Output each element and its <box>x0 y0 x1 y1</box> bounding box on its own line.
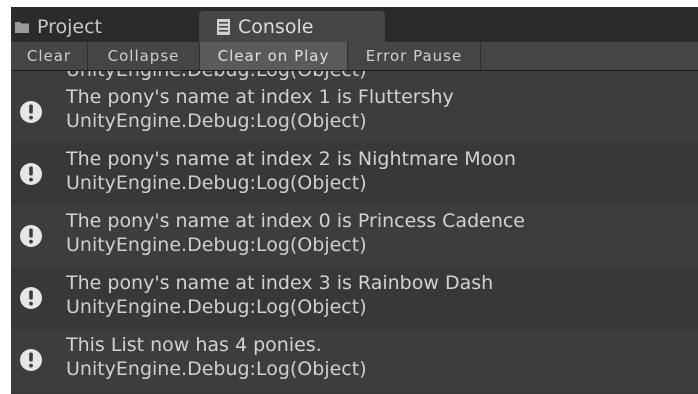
console-window: Project Console Clear Collapse Clear on … <box>11 7 698 394</box>
log-entry[interactable]: This List now has 4 ponies. UnityEngine.… <box>11 329 698 391</box>
log-entry-message: The pony's name at index 1 is Fluttershy <box>66 86 454 108</box>
info-icon <box>20 163 42 185</box>
folder-icon <box>15 21 29 33</box>
info-icon <box>20 349 42 371</box>
info-icon <box>20 225 42 247</box>
collapse-toggle[interactable]: Collapse <box>88 42 200 70</box>
clear-button[interactable]: Clear <box>11 42 88 70</box>
tab-console[interactable]: Console <box>199 11 385 42</box>
log-entry[interactable]: The pony's name at index 1 is Fluttershy… <box>11 81 698 143</box>
log-entry-message: This List now has 4 ponies. <box>66 334 322 356</box>
console-icon <box>217 18 230 35</box>
log-entry-message: The pony's name at index 3 is Rainbow Da… <box>66 272 494 294</box>
log-entry[interactable]: The pony's name at index 0 is Princess C… <box>11 205 698 267</box>
log-entry[interactable]: The pony's name at index 3 is Rainbow Da… <box>11 267 698 329</box>
clear-on-play-toggle[interactable]: Clear on Play <box>200 42 348 70</box>
info-icon <box>20 101 42 123</box>
info-icon <box>20 287 42 309</box>
log-entry-trace: UnityEngine.Debug:Log(Object) <box>66 71 367 81</box>
log-entry-trace: UnityEngine.Debug:Log(Object) <box>66 234 367 256</box>
log-list[interactable]: UnityEngine.Debug:Log(Object) The pony's… <box>11 71 698 394</box>
log-entry-trace: UnityEngine.Debug:Log(Object) <box>66 172 367 194</box>
log-entry[interactable]: The pony's name at index 2 is Nightmare … <box>11 143 698 205</box>
tab-console-label: Console <box>238 15 314 38</box>
log-entry-trace: UnityEngine.Debug:Log(Object) <box>66 296 367 318</box>
log-entry-trace: UnityEngine.Debug:Log(Object) <box>66 110 367 132</box>
log-entry-partial[interactable]: UnityEngine.Debug:Log(Object) <box>11 71 698 81</box>
log-entry-message: The pony's name at index 0 is Princess C… <box>66 210 525 232</box>
tab-project[interactable]: Project <box>11 11 199 42</box>
tab-bar: Project Console <box>11 7 698 42</box>
error-pause-toggle[interactable]: Error Pause <box>348 42 481 70</box>
log-entry-message: The pony's name at index 2 is Nightmare … <box>66 148 516 170</box>
log-entry-trace: UnityEngine.Debug:Log(Object) <box>66 358 367 380</box>
console-toolbar: Clear Collapse Clear on Play Error Pause <box>11 42 698 71</box>
tab-project-label: Project <box>37 15 103 38</box>
